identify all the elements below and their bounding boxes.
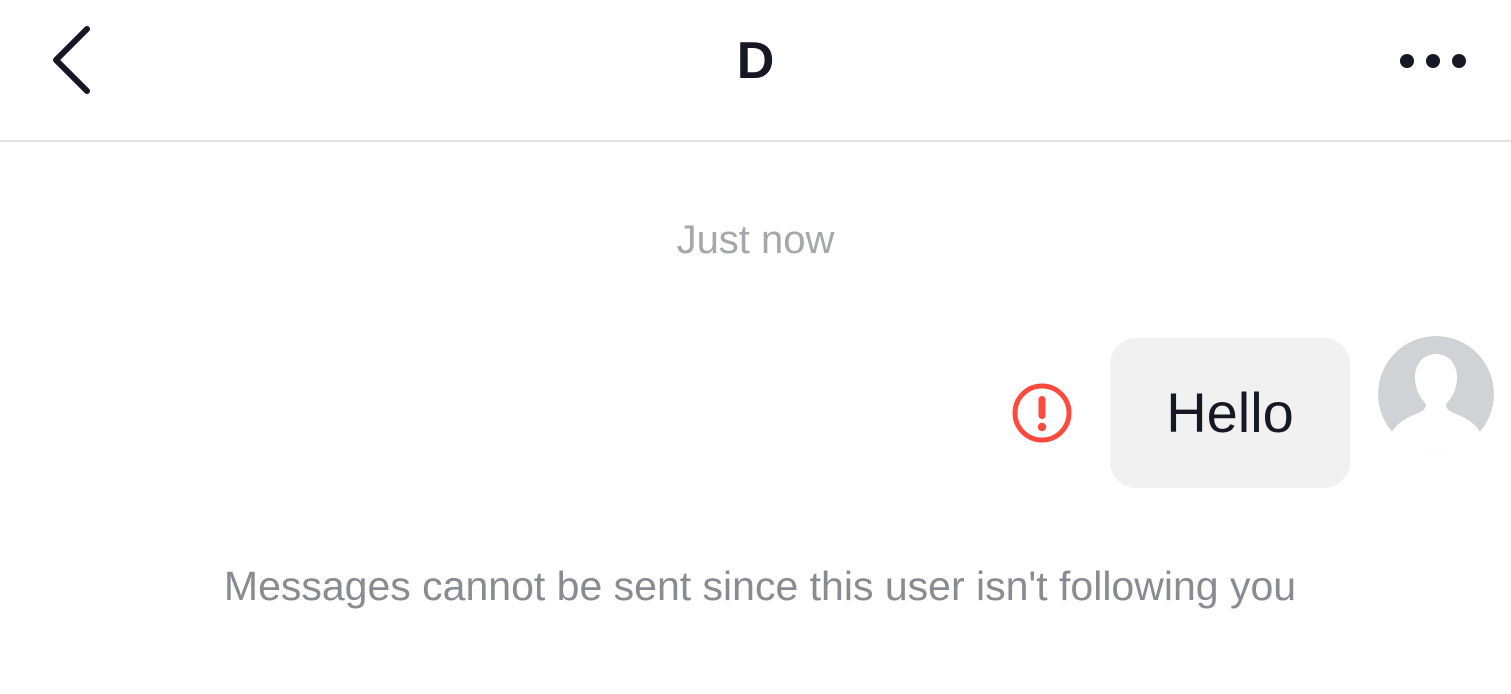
back-button[interactable] bbox=[36, 18, 106, 102]
message-failed-icon[interactable] bbox=[1010, 381, 1074, 445]
default-avatar-icon bbox=[1378, 336, 1494, 452]
avatar[interactable] bbox=[1378, 336, 1494, 452]
error-exclamation-icon bbox=[1012, 383, 1072, 443]
chat-header: D bbox=[0, 0, 1511, 142]
chat-screen: D Just now Hello Messages cannot be sent… bbox=[0, 0, 1511, 694]
chevron-left-icon bbox=[53, 26, 90, 94]
ellipsis-horizontal-icon bbox=[1400, 54, 1466, 68]
message-bubble[interactable]: Hello bbox=[1110, 338, 1350, 488]
more-options-button[interactable] bbox=[1390, 36, 1476, 86]
chat-title: D bbox=[736, 32, 775, 90]
message-text: Hello bbox=[1166, 381, 1294, 444]
cannot-send-notice: Messages cannot be sent since this user … bbox=[223, 563, 1297, 609]
message-timestamp: Just now bbox=[676, 218, 835, 262]
